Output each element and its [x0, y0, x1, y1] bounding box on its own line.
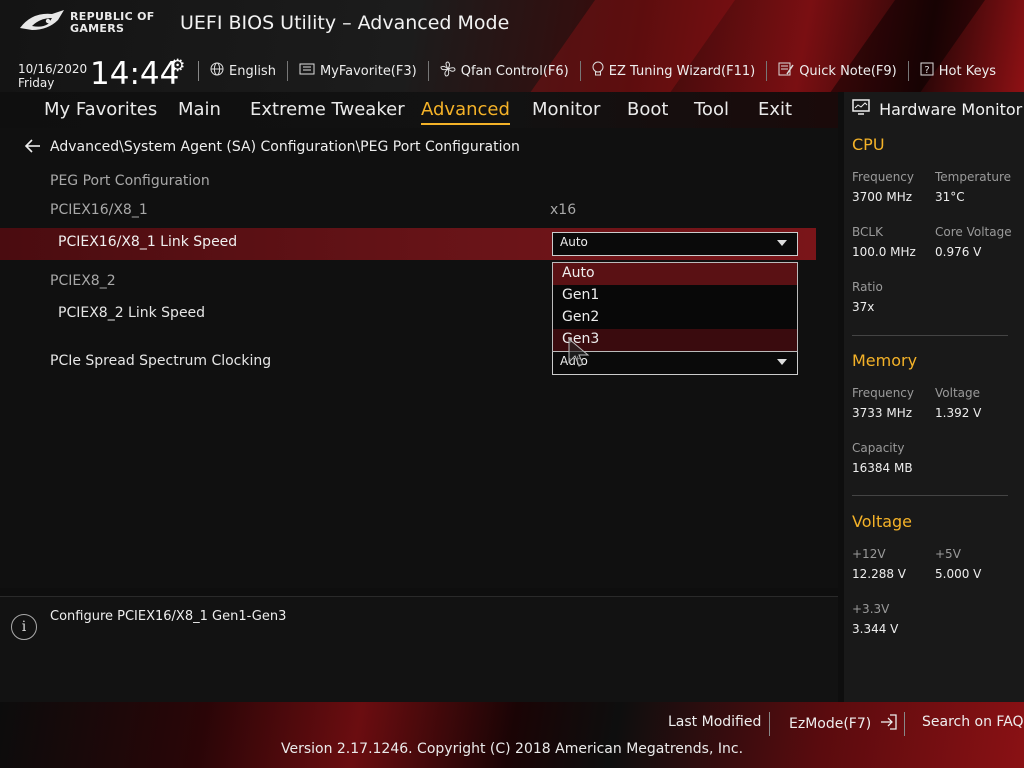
tab-boot[interactable]: Boot: [627, 92, 668, 128]
qfan-button[interactable]: Qfan Control(F6): [427, 61, 580, 81]
divider: [852, 335, 1008, 336]
copyright-text: Version 2.17.1246. Copyright (C) 2018 Am…: [280, 741, 744, 757]
date-display: 10/16/2020 Friday: [18, 62, 87, 90]
option-gen2[interactable]: Gen2: [553, 307, 797, 329]
footer-bar: [0, 702, 1024, 768]
capacity-value: 16384 MB: [852, 461, 913, 475]
rog-eye-icon: [20, 10, 64, 30]
option-gen1[interactable]: Gen1: [553, 285, 797, 307]
language-label: English: [229, 63, 276, 79]
date-text: 10/16/2020: [18, 62, 88, 76]
hot-keys-button[interactable]: ? Hot Keys: [907, 61, 1007, 81]
hardware-monitor-title: Hardware Monitor: [852, 99, 1022, 119]
option-auto[interactable]: Auto: [553, 263, 797, 285]
ez-tuning-label: EZ Tuning Wizard(F11): [608, 63, 756, 79]
rog-logo: REPUBLIC OF GAMERS: [18, 8, 168, 38]
core-voltage-value: 0.976 V: [935, 245, 982, 259]
select-value: Auto: [560, 235, 588, 249]
memory-voltage-label: Voltage: [935, 386, 981, 400]
quick-note-button[interactable]: Quick Note(F9): [766, 61, 908, 81]
v12-value: 12.288 V: [852, 567, 907, 581]
ratio-value: 37x: [852, 300, 875, 314]
back-arrow-icon[interactable]: [24, 138, 42, 158]
ezmode-button[interactable]: EzMode(F7): [789, 714, 897, 734]
v5-label: +5V: [935, 547, 961, 561]
gear-icon[interactable]: ⚙: [170, 56, 185, 76]
pciex16-link-speed-label: PCIEX16/X8_1 Link Speed: [58, 234, 238, 250]
voltage-title: Voltage: [852, 512, 913, 531]
language-button[interactable]: English: [198, 61, 287, 81]
v5-value: 5.000 V: [935, 567, 982, 581]
cpu-frequency-label: Frequency: [852, 170, 914, 184]
section-header: PEG Port Configuration: [50, 173, 210, 189]
footer-divider: [769, 712, 770, 736]
cpu-frequency-value: 3700 MHz: [852, 190, 913, 204]
globe-icon: [210, 62, 224, 80]
qfan-label: Qfan Control(F6): [460, 63, 569, 79]
core-voltage-label: Core Voltage: [935, 225, 1012, 239]
favorite-icon: [299, 63, 315, 79]
ezmode-label: EzMode(F7): [789, 716, 872, 732]
window-title: UEFI BIOS Utility – Advanced Mode: [180, 12, 510, 34]
tab-exit[interactable]: Exit: [758, 92, 792, 128]
toolbar: English MyFavorite(F3) Qfan Control(F6) …: [198, 58, 1007, 84]
last-modified-button[interactable]: Last Modified: [668, 714, 761, 730]
chevron-down-icon: [777, 359, 787, 365]
hardware-monitor-label: Hardware Monitor: [879, 100, 1023, 119]
myfavorite-button[interactable]: MyFavorite(F3): [286, 61, 428, 81]
mouse-cursor-icon: [568, 337, 598, 374]
tab-my-favorites[interactable]: My Favorites: [44, 92, 157, 128]
memory-title: Memory: [852, 351, 918, 370]
bclk-label: BCLK: [852, 225, 883, 239]
day-text: Friday: [18, 76, 55, 90]
question-icon: ?: [920, 62, 934, 80]
help-text: Configure PCIEX16/X8_1 Gen1-Gen3: [50, 609, 287, 624]
brand-line2: GAMERS: [70, 22, 125, 35]
pciex16-value: x16: [550, 202, 577, 218]
svg-text:?: ?: [924, 65, 929, 76]
fan-icon: [440, 61, 456, 81]
memory-frequency-label: Frequency: [852, 386, 914, 400]
cpu-temperature-label: Temperature: [935, 170, 1012, 184]
ez-tuning-button[interactable]: EZ Tuning Wizard(F11): [579, 61, 766, 81]
clock-time: 14:44: [90, 56, 180, 92]
myfavorite-label: MyFavorite(F3): [319, 63, 417, 79]
search-faq-button[interactable]: Search on FAQ: [922, 714, 1024, 730]
ratio-label: Ratio: [852, 280, 883, 294]
v12-label: +12V: [852, 547, 886, 561]
quick-note-label: Quick Note(F9): [799, 63, 897, 79]
pciex8-link-speed-label: PCIEX8_2 Link Speed: [58, 305, 206, 321]
pciex8-label: PCIEX8_2: [50, 273, 116, 289]
chevron-down-icon: [777, 240, 787, 246]
spread-spectrum-label: PCIe Spread Spectrum Clocking: [50, 353, 272, 369]
bclk-value: 100.0 MHz: [852, 245, 916, 259]
tab-main[interactable]: Main: [178, 92, 221, 128]
cpu-temperature-value: 31°C: [935, 190, 965, 204]
capacity-label: Capacity: [852, 441, 905, 455]
pciex16-label: PCIEX16/X8_1: [50, 202, 148, 218]
memory-voltage-value: 1.392 V: [935, 406, 982, 420]
exit-arrow-icon: [879, 714, 897, 734]
footer-divider: [904, 712, 905, 736]
tab-monitor[interactable]: Monitor: [532, 92, 600, 128]
pciex16-link-speed-select[interactable]: Auto: [552, 232, 798, 256]
tab-tool[interactable]: Tool: [694, 92, 729, 128]
monitor-icon: [852, 99, 870, 119]
note-icon: [778, 62, 794, 80]
divider: [852, 495, 1008, 496]
breadcrumb-path: Advanced\System Agent (SA) Configuration…: [50, 139, 520, 155]
info-icon: i: [11, 614, 37, 640]
tab-extreme-tweaker[interactable]: Extreme Tweaker: [250, 92, 405, 128]
hot-keys-label: Hot Keys: [938, 63, 997, 79]
bulb-icon: [592, 61, 604, 81]
cpu-title: CPU: [852, 135, 885, 154]
memory-frequency-value: 3733 MHz: [852, 406, 913, 420]
v33-label: +3.3V: [852, 602, 890, 616]
tab-advanced[interactable]: Advanced: [421, 92, 510, 128]
v33-value: 3.344 V: [852, 622, 899, 636]
